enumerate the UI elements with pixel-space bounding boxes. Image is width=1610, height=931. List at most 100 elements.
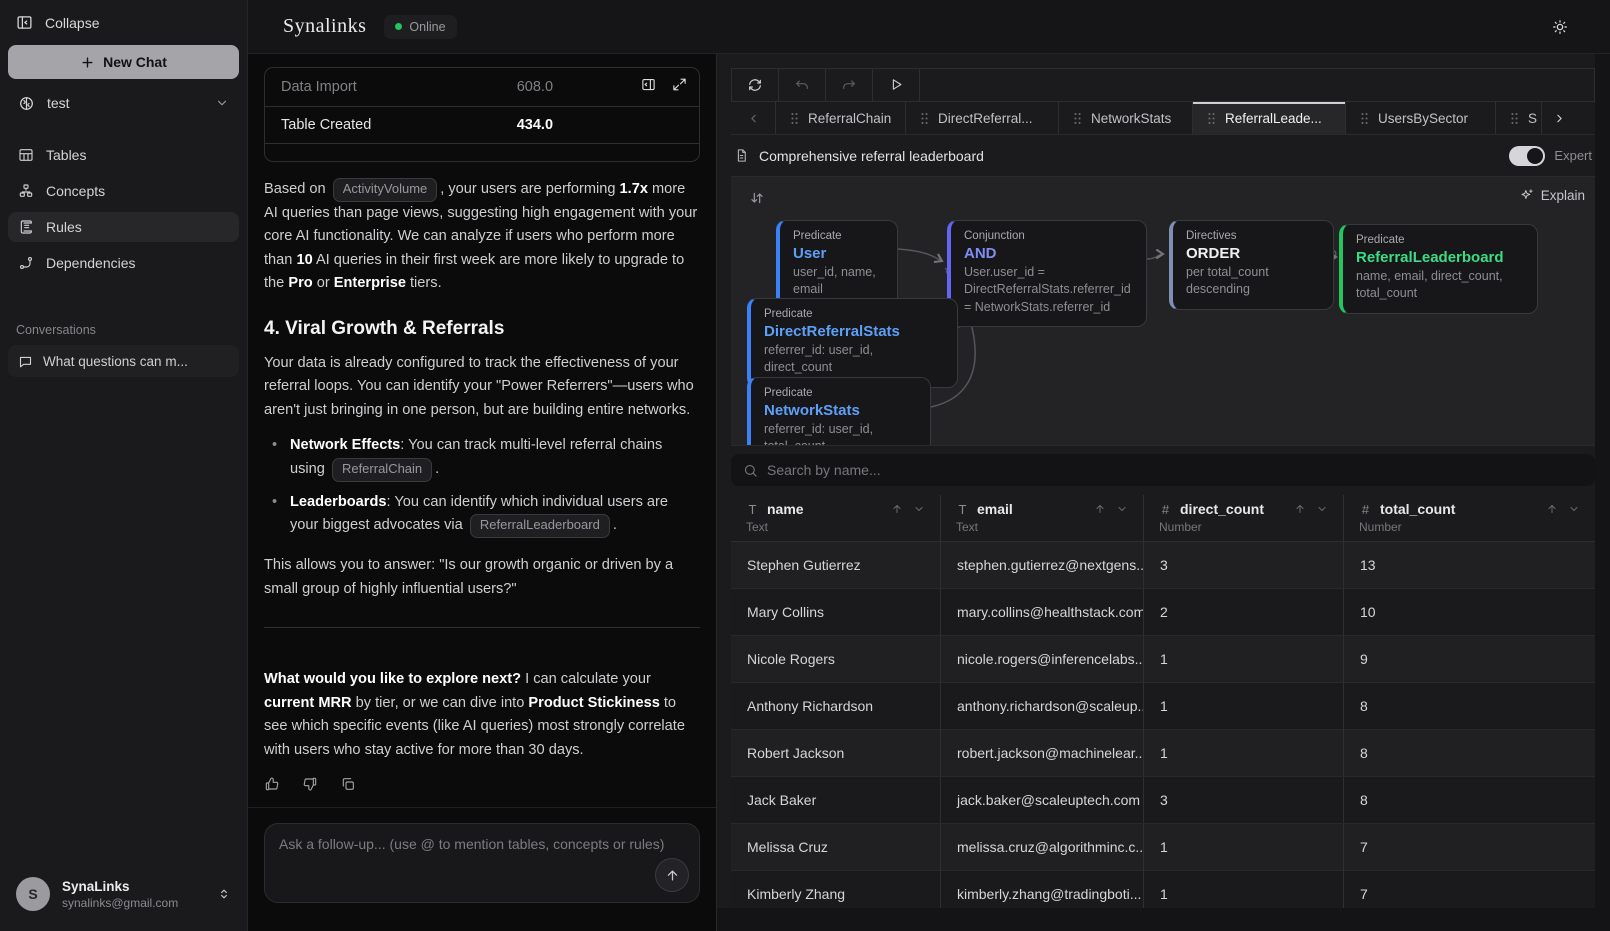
node-referralleaderboard[interactable]: Predicate ReferralLeaderboard name, emai… — [1339, 224, 1538, 314]
table-row[interactable]: Mary Collins mary.collins@healthstack.co… — [731, 589, 1595, 636]
cell-total-count: 8 — [1344, 730, 1595, 776]
refresh-button[interactable] — [732, 69, 779, 101]
hierarchy-icon — [18, 183, 34, 199]
table-row[interactable]: Stephen Gutierrez stephen.gutierrez@next… — [731, 542, 1595, 589]
cell-name: Stephen Gutierrez — [731, 542, 941, 588]
cell-direct-count: 1 — [1144, 730, 1344, 776]
tab-networkstats[interactable]: NetworkStats — [1059, 102, 1193, 135]
tab-usersbysector[interactable]: UsersBySector — [1346, 102, 1496, 135]
chevron-down-icon — [1116, 503, 1128, 515]
cell-name: Melissa Cruz — [731, 824, 941, 870]
sidebar-item-dependencies[interactable]: Dependencies — [8, 248, 239, 278]
column-menu-button[interactable] — [1568, 503, 1580, 515]
sort-asc-button[interactable] — [1094, 503, 1106, 515]
grip-icon — [1360, 112, 1369, 125]
column-menu-button[interactable] — [1116, 503, 1128, 515]
copy-button[interactable] — [340, 776, 356, 792]
table-row[interactable]: Robert Jackson robert.jackson@machinelea… — [731, 730, 1595, 777]
chevron-down-icon — [215, 96, 229, 110]
project-label: test — [47, 95, 70, 111]
column-header-name[interactable]: Tname Text — [731, 495, 941, 541]
thumbs-up-button[interactable] — [264, 776, 280, 792]
explain-button[interactable]: Explain — [1519, 188, 1585, 203]
composer-input[interactable] — [279, 836, 685, 890]
composer-box — [264, 823, 700, 903]
send-button[interactable] — [655, 858, 689, 892]
workspace-toolbar — [731, 68, 1595, 102]
sidebar-item-rules[interactable]: Rules — [8, 212, 239, 242]
cell-email: anthony.richardson@scaleup... — [941, 683, 1144, 729]
tab-truncated[interactable]: S — [1496, 102, 1542, 135]
run-button[interactable] — [873, 69, 920, 101]
redo-icon — [841, 77, 857, 93]
table-row[interactable]: Melissa Cruz melissa.cruz@algorithminc.c… — [731, 824, 1595, 871]
cell-name: Mary Collins — [731, 589, 941, 635]
project-selector[interactable]: test — [8, 87, 239, 119]
column-menu-button[interactable] — [1316, 503, 1328, 515]
search-input[interactable] — [767, 462, 1583, 478]
cell-name: Anthony Richardson — [731, 683, 941, 729]
graph-canvas[interactable]: Explain Predicate User user_id, name, em… — [731, 177, 1595, 446]
arrow-up-icon — [1546, 503, 1558, 515]
conversation-item[interactable]: What questions can m... — [8, 345, 239, 377]
expand-button[interactable] — [672, 77, 687, 92]
tab-referralchain[interactable]: ReferralChain — [776, 102, 906, 135]
node-networkstats[interactable]: Predicate NetworkStats referrer_id: user… — [747, 377, 931, 446]
activityvolume-chip[interactable]: ActivityVolume — [333, 178, 438, 202]
node-order[interactable]: Directives ORDER per total_count descend… — [1169, 220, 1334, 310]
sort-asc-button[interactable] — [1546, 503, 1558, 515]
node-and[interactable]: Conjunction AND User.user_id = DirectRef… — [947, 220, 1147, 328]
referralchain-chip[interactable]: ReferralChain — [332, 458, 432, 482]
cell-total-count: 9 — [1344, 636, 1595, 682]
tab-scroll-left-button[interactable] — [731, 102, 776, 135]
node-directreferralstats[interactable]: Predicate DirectReferralStats referrer_i… — [747, 298, 958, 388]
search-icon — [743, 463, 758, 478]
expert-control: Expert — [1509, 146, 1592, 166]
referralleaderboard-chip[interactable]: ReferralLeaderboard — [470, 514, 610, 538]
number-type-icon: # — [1159, 502, 1172, 517]
chevron-down-icon — [1316, 503, 1328, 515]
arrow-up-icon — [1294, 503, 1306, 515]
panel-right-button[interactable] — [641, 77, 656, 92]
cell-name: Nicole Rogers — [731, 636, 941, 682]
grip-icon — [920, 112, 929, 125]
column-menu-button[interactable] — [913, 503, 925, 515]
table-row[interactable]: Anthony Richardson anthony.richardson@sc… — [731, 683, 1595, 730]
plus-icon — [80, 55, 95, 70]
git-branch-icon — [18, 255, 34, 271]
thumbs-down-button[interactable] — [302, 776, 318, 792]
collapse-button[interactable]: Collapse — [0, 0, 247, 41]
user-menu[interactable]: S SynaLinks synalinks@gmail.com — [0, 863, 247, 931]
tab-directreferral[interactable]: DirectReferral... — [906, 102, 1059, 135]
new-chat-button[interactable]: New Chat — [8, 45, 239, 79]
arrow-down-up-icon — [749, 190, 765, 206]
cell-name: Kimberly Zhang — [731, 871, 941, 908]
app-window: Collapse New Chat test Tables Concepts R… — [0, 0, 1610, 931]
search-row — [731, 454, 1595, 486]
tab-referralleaderboard[interactable]: ReferralLeade... — [1193, 102, 1346, 135]
table-row[interactable]: Jack Baker jack.baker@scaleuptech.com 3 … — [731, 777, 1595, 824]
chat-bubble-icon — [18, 354, 33, 369]
rule-tabs: ReferralChain DirectReferral... NetworkS… — [731, 102, 1595, 136]
sidebar-item-concepts[interactable]: Concepts — [8, 176, 239, 206]
expert-toggle[interactable] — [1509, 146, 1545, 166]
sort-asc-button[interactable] — [891, 503, 903, 515]
column-header-email[interactable]: Temail Text — [941, 495, 1144, 541]
table-row[interactable]: Nicole Rogers nicole.rogers@inferencelab… — [731, 636, 1595, 683]
undo-button[interactable] — [779, 69, 826, 101]
column-header-direct-count[interactable]: #direct_count Number — [1144, 495, 1344, 541]
sort-asc-button[interactable] — [1294, 503, 1306, 515]
results-table-header: Tname Text Temail Text #direct_count — [731, 495, 1595, 542]
main-area: Synalinks Online Data Import 608.0 — [248, 0, 1610, 931]
tab-scroll-right-button[interactable] — [1542, 102, 1576, 135]
theme-toggle-button[interactable] — [1552, 19, 1568, 35]
cell-total-count: 8 — [1344, 683, 1595, 729]
column-header-total-count[interactable]: #total_count Number — [1344, 495, 1595, 541]
redo-button[interactable] — [826, 69, 873, 101]
sidebar-item-tables[interactable]: Tables — [8, 140, 239, 170]
view-title-row: Comprehensive referral leaderboard Exper… — [731, 135, 1595, 177]
table-row[interactable]: Kimberly Zhang kimberly.zhang@tradingbot… — [731, 871, 1595, 908]
avatar: S — [16, 877, 50, 911]
node-user[interactable]: Predicate User user_id, name, email — [776, 220, 898, 310]
sort-order-button[interactable] — [749, 190, 765, 206]
